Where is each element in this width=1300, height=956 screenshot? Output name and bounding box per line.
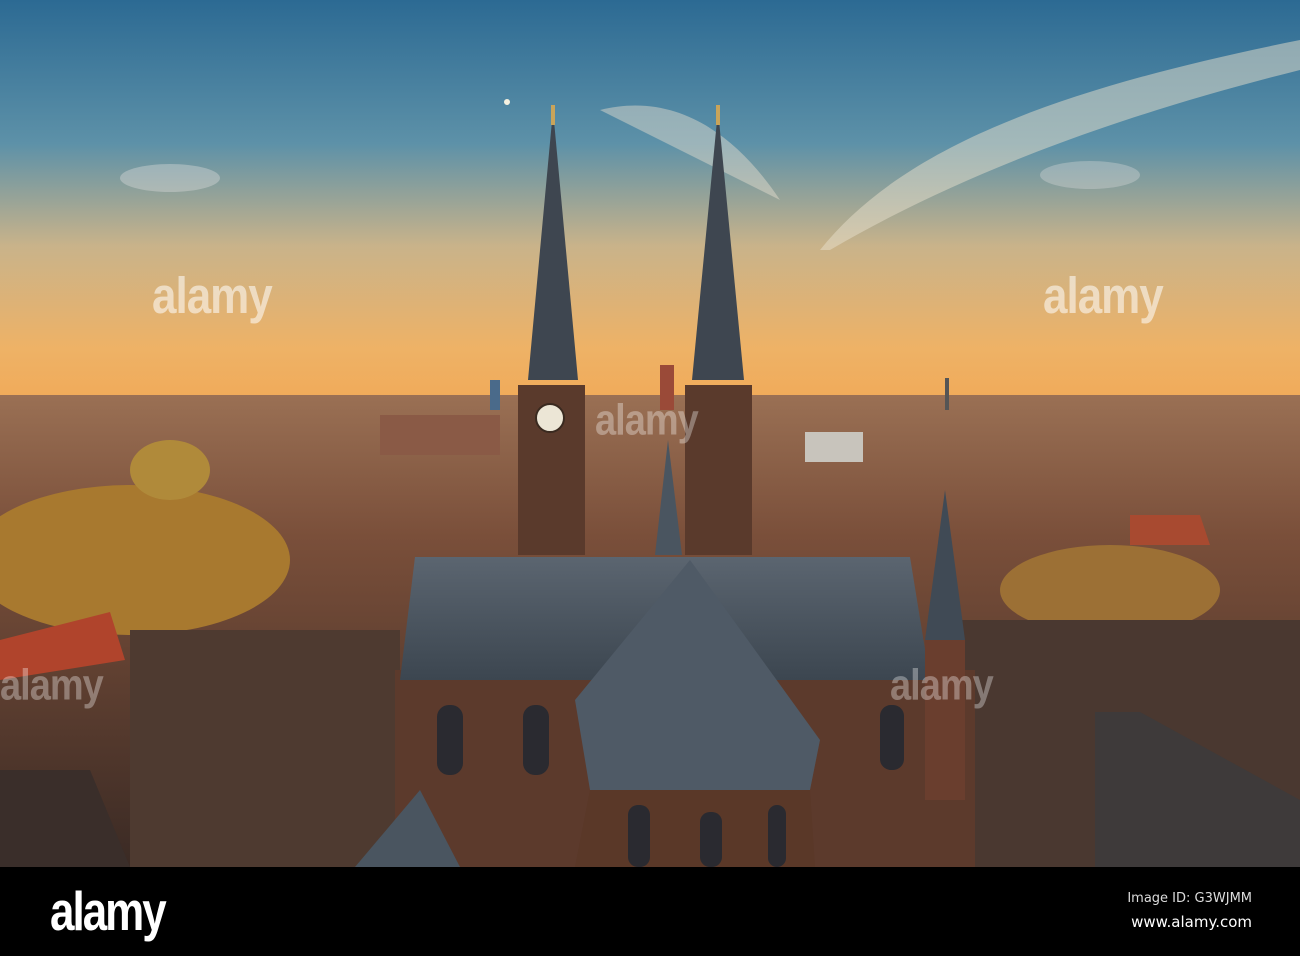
cloud: [1040, 161, 1140, 189]
photo: alamy alamy alamy alamy alamy: [0, 0, 1300, 867]
distant-tower: [490, 380, 500, 410]
watermark-logo: alamy: [152, 268, 273, 325]
watermark-logo: alamy: [595, 396, 699, 446]
trees: [130, 440, 210, 500]
moon: [504, 99, 510, 105]
chimney: [945, 378, 949, 410]
site-url[interactable]: www.alamy.com: [1131, 913, 1252, 931]
distant-buildings: [380, 415, 500, 455]
sky: [0, 0, 1300, 410]
watermark-logo: alamy: [890, 661, 994, 711]
red-roof: [1130, 515, 1210, 545]
watermark-logo: alamy: [1043, 268, 1164, 325]
image-id: Image ID: G3WJMM: [1127, 891, 1252, 906]
clock: [535, 403, 565, 433]
houses-left: [130, 630, 400, 867]
cloud: [120, 164, 220, 192]
footer-bar: alamy Image ID: G3WJMM www.alamy.com: [0, 867, 1300, 956]
watermark-logo: alamy: [0, 661, 104, 711]
alamy-logo: alamy: [50, 881, 167, 943]
distant-building: [805, 432, 863, 462]
